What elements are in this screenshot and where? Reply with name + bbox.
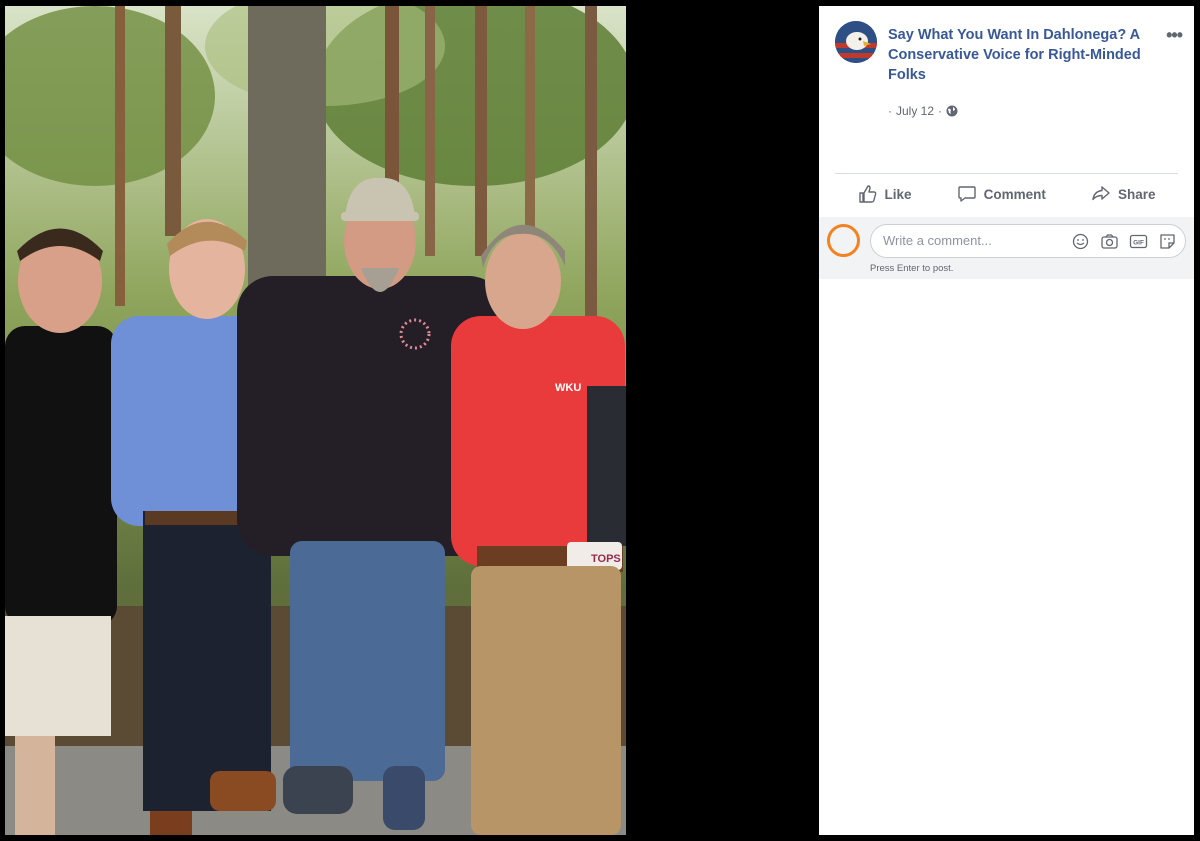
- share-label: Share: [1117, 186, 1156, 202]
- meta-separator: ·: [888, 104, 892, 118]
- more-options-icon[interactable]: •••: [1166, 25, 1183, 46]
- page-name-link[interactable]: Say What You Want In Dahlonega? A Conser…: [888, 25, 1153, 85]
- comment-input[interactable]: [883, 233, 1063, 248]
- press-enter-hint: Press Enter to post.: [870, 263, 954, 274]
- group-photo-illustration: WKU TOPS: [5, 6, 626, 835]
- commenter-avatar-highlight: [827, 224, 860, 257]
- belt-text: TOPS: [591, 553, 621, 565]
- post-meta: · July 12 ·: [888, 104, 958, 118]
- comment-box[interactable]: GIF: [870, 224, 1186, 258]
- share-button[interactable]: Share: [1091, 184, 1156, 204]
- post-date[interactable]: July 12: [896, 104, 934, 118]
- comment-bubble-icon: [957, 186, 976, 202]
- post-actions-bar: Like Comment Share: [835, 178, 1178, 210]
- svg-text:GIF: GIF: [1133, 240, 1144, 247]
- comment-label: Comment: [983, 186, 1046, 202]
- comment-composer: GIF Press Enter to post.: [819, 217, 1194, 279]
- comment-attachment-icons: GIF: [1071, 232, 1177, 251]
- like-label: Like: [884, 186, 912, 202]
- camera-icon[interactable]: [1100, 232, 1119, 251]
- gif-icon[interactable]: GIF: [1129, 232, 1148, 251]
- actions-divider: [835, 173, 1178, 174]
- post-panel: Say What You Want In Dahlonega? A Conser…: [819, 6, 1194, 835]
- like-button[interactable]: Like: [858, 184, 912, 204]
- globe-icon[interactable]: [946, 105, 958, 117]
- share-arrow-icon: [1092, 186, 1110, 201]
- comment-button[interactable]: Comment: [957, 184, 1046, 204]
- sticker-icon[interactable]: [1158, 232, 1177, 251]
- emoji-icon[interactable]: [1071, 232, 1090, 251]
- shirt-logo-text: WKU: [555, 382, 581, 394]
- eagle-flag-avatar-icon: [835, 21, 877, 63]
- thumbs-up-icon: [858, 185, 876, 203]
- post-photo[interactable]: WKU TOPS: [5, 6, 626, 835]
- page-avatar[interactable]: [835, 21, 877, 63]
- meta-separator: ·: [938, 104, 943, 118]
